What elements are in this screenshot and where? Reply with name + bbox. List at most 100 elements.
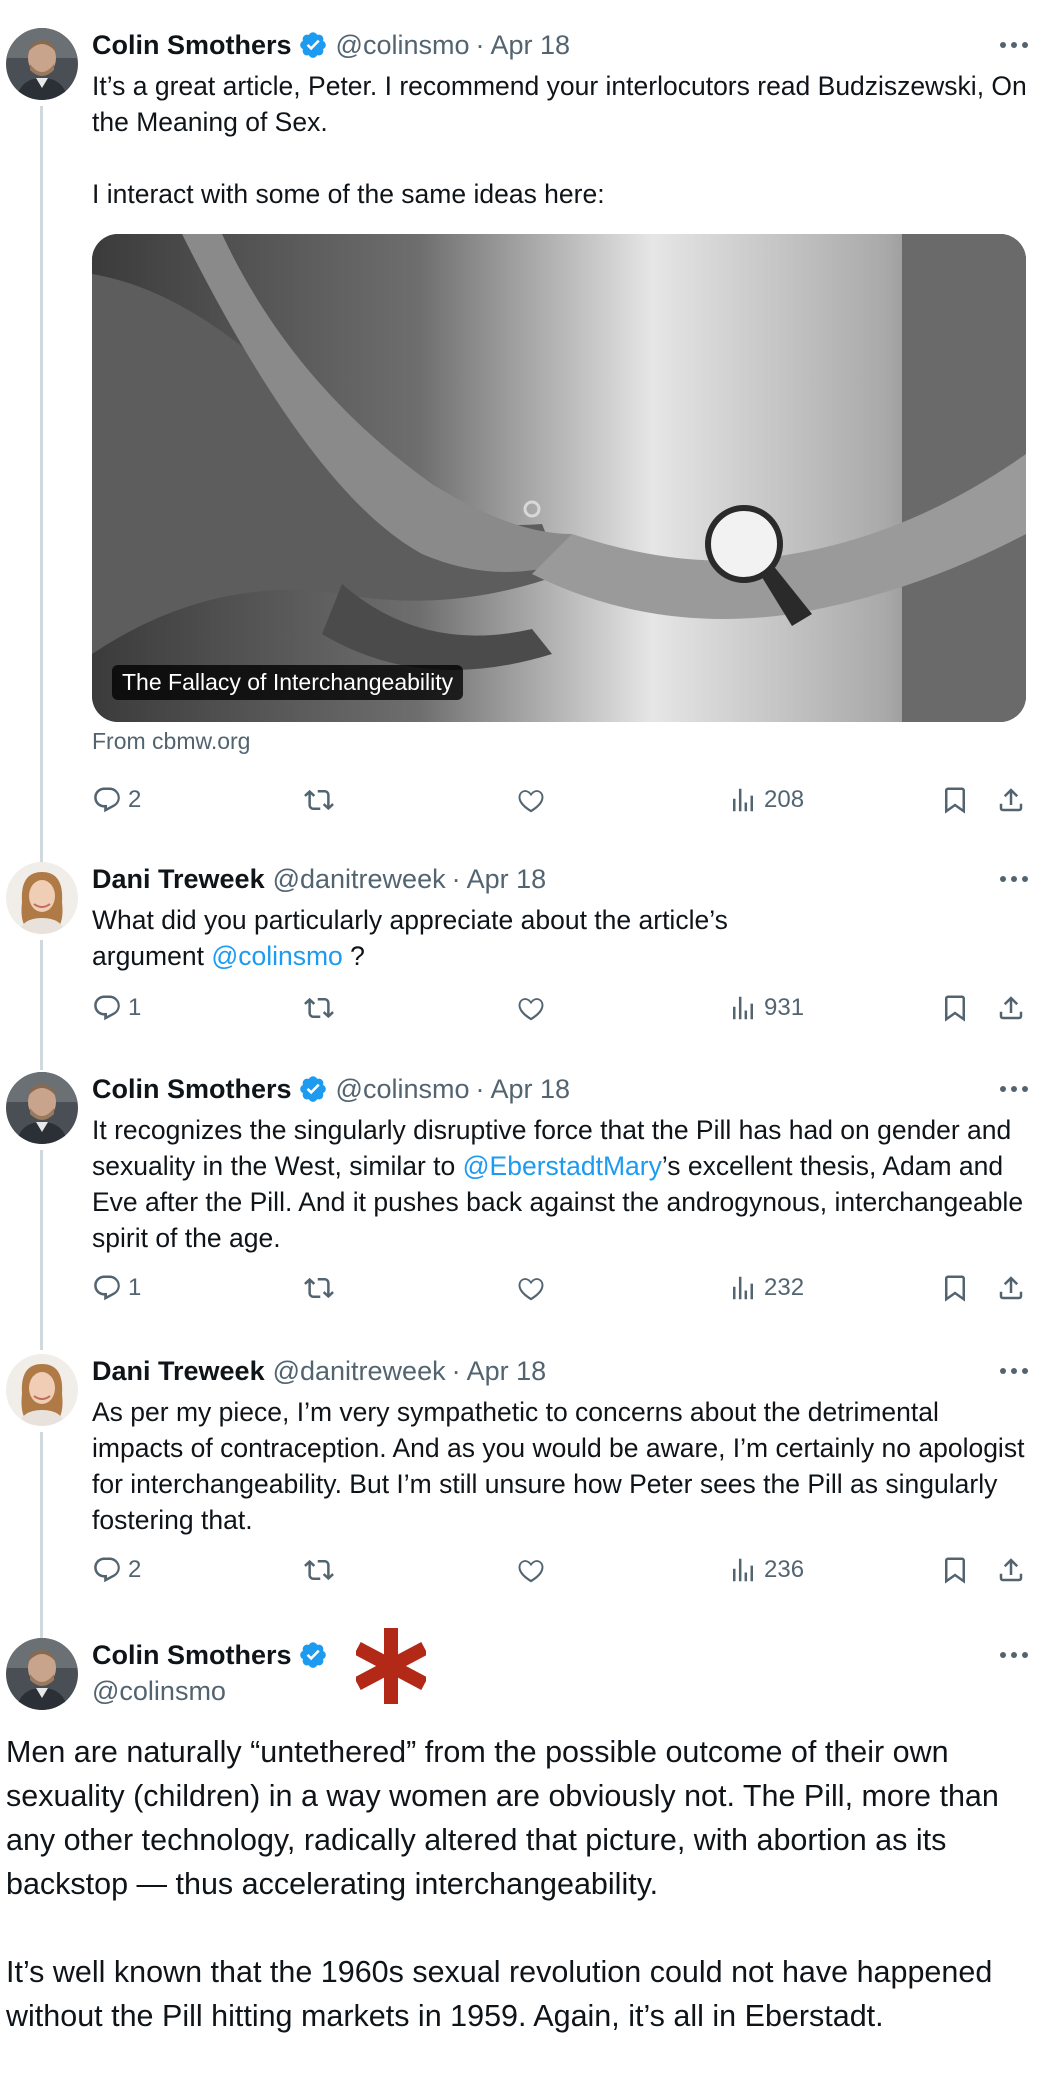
tweet-colin-1[interactable]: Colin Smothers @colinsmo · Apr 18 It’s a… <box>0 28 1056 876</box>
retweet-icon <box>304 1273 334 1303</box>
tweet-text: As per my piece, I’m very sympathetic to… <box>92 1397 1025 1535</box>
share-button[interactable] <box>996 988 1026 1028</box>
avatar[interactable] <box>6 1354 78 1426</box>
tweet-date[interactable]: Apr 18 <box>467 1356 547 1387</box>
author-handle[interactable]: @colinsmo <box>92 1676 226 1707</box>
separator-dot: · <box>475 29 485 60</box>
retweet-button[interactable] <box>304 780 334 820</box>
share-button[interactable] <box>996 1268 1026 1308</box>
reply-count: 2 <box>128 1556 142 1583</box>
link-card[interactable]: The Fallacy of Interchangeability <box>92 234 1026 722</box>
bookmark-button[interactable] <box>940 988 970 1028</box>
thread-line <box>40 1150 43 1350</box>
share-button[interactable] <box>996 780 1026 820</box>
like-icon <box>516 1555 546 1585</box>
tweet-text: It recognizes the singularly disruptive … <box>92 1112 1028 1256</box>
bookmark-button[interactable] <box>940 1550 970 1590</box>
retweet-icon <box>304 785 334 815</box>
like-button[interactable] <box>516 988 546 1028</box>
views-button[interactable]: 208 <box>728 780 804 820</box>
author-name[interactable]: Colin Smothers <box>92 1074 292 1105</box>
tweet-actions: 2 208 <box>92 780 1032 820</box>
tweet-actions: 2 236 <box>92 1550 1032 1590</box>
author-name[interactable]: Dani Treweek <box>92 864 265 895</box>
tweet-actions: 1 931 <box>92 988 1032 1028</box>
verified-badge-icon <box>298 1640 328 1670</box>
retweet-icon <box>304 1555 334 1585</box>
like-button[interactable] <box>516 780 546 820</box>
reply-icon <box>92 785 122 815</box>
like-icon <box>516 785 546 815</box>
share-icon <box>996 785 1026 815</box>
bookmark-icon <box>940 785 970 815</box>
share-icon <box>996 1273 1026 1303</box>
tweet-dani-2[interactable]: Dani Treweek @danitreweek · Apr 18 As pe… <box>0 1354 1056 1670</box>
reply-count: 1 <box>128 994 142 1021</box>
share-icon <box>996 1555 1026 1585</box>
retweet-icon <box>304 993 334 1023</box>
tweet-dani-1[interactable]: Dani Treweek @danitreweek · Apr 18 What … <box>0 862 1056 1070</box>
author-name[interactable]: Colin Smothers <box>92 30 292 61</box>
reply-count: 2 <box>128 786 142 813</box>
tweet-date[interactable]: Apr 18 <box>490 30 570 61</box>
more-icon[interactable] <box>994 1072 1034 1106</box>
views-icon <box>728 1555 758 1585</box>
author-name[interactable]: Colin Smothers <box>92 1640 292 1671</box>
author-handle[interactable]: @colinsmo <box>336 30 470 61</box>
avatar[interactable] <box>6 1072 78 1144</box>
share-icon <box>996 993 1026 1023</box>
reply-button[interactable]: 1 <box>92 988 141 1028</box>
tweet-text: It’s a great article, Peter. I recommend… <box>92 71 1027 209</box>
tweet-colin-2[interactable]: Colin Smothers @colinsmo · Apr 18 It rec… <box>0 1072 1056 1350</box>
author-handle[interactable]: @colinsmo <box>336 1074 470 1105</box>
reply-button[interactable]: 2 <box>92 780 141 820</box>
author-handle[interactable]: @danitreweek <box>273 864 446 895</box>
views-button[interactable]: 236 <box>728 1550 804 1590</box>
tweet-date[interactable]: Apr 18 <box>467 864 547 895</box>
bookmark-button[interactable] <box>940 1268 970 1308</box>
reply-button[interactable]: 2 <box>92 1550 141 1590</box>
tweet-header: Colin Smothers @colinsmo · Apr 18 <box>92 28 570 62</box>
more-icon[interactable] <box>994 1638 1034 1672</box>
tweet-header: Dani Treweek @danitreweek · Apr 18 <box>92 862 546 896</box>
avatar[interactable] <box>6 1638 78 1710</box>
bookmark-button[interactable] <box>940 780 970 820</box>
views-icon <box>728 993 758 1023</box>
thread-line <box>40 106 43 876</box>
mention-link[interactable]: @colinsmo <box>211 941 342 971</box>
more-icon[interactable] <box>994 862 1034 896</box>
avatar[interactable] <box>6 28 78 100</box>
avatar[interactable] <box>6 862 78 934</box>
views-button[interactable]: 232 <box>728 1268 804 1308</box>
tweet-date[interactable]: Apr 18 <box>490 1074 570 1105</box>
views-icon <box>728 785 758 815</box>
retweet-button[interactable] <box>304 1550 334 1590</box>
text-part: What did you particularly appreciate abo… <box>92 905 728 971</box>
bookmark-icon <box>940 1273 970 1303</box>
share-button[interactable] <box>996 1550 1026 1590</box>
views-count: 208 <box>764 786 805 813</box>
author-name[interactable]: Dani Treweek <box>92 1356 265 1387</box>
card-source[interactable]: From cbmw.org <box>92 728 250 755</box>
like-button[interactable] <box>516 1550 546 1590</box>
tweet-actions: 1 232 <box>92 1268 1032 1308</box>
views-button[interactable]: 931 <box>728 988 804 1028</box>
like-button[interactable] <box>516 1268 546 1308</box>
tweet-header: Colin Smothers @colinsmo · Apr 18 <box>92 1072 570 1106</box>
bookmark-icon <box>940 993 970 1023</box>
tweet-text: What did you particularly appreciate abo… <box>92 902 756 974</box>
main-tweet-text: Men are naturally “untethered” from the … <box>6 1735 999 2033</box>
reply-icon <box>92 1555 122 1585</box>
reply-icon <box>92 993 122 1023</box>
separator-dot: · <box>451 1355 461 1386</box>
more-icon[interactable] <box>994 28 1034 62</box>
views-count: 236 <box>764 1556 805 1583</box>
author-handle[interactable]: @danitreweek <box>273 1356 446 1387</box>
tweet-header: Colin Smothers <box>92 1638 328 1672</box>
reply-button[interactable]: 1 <box>92 1268 141 1308</box>
views-icon <box>728 1273 758 1303</box>
retweet-button[interactable] <box>304 1268 334 1308</box>
retweet-button[interactable] <box>304 988 334 1028</box>
more-icon[interactable] <box>994 1354 1034 1388</box>
mention-link[interactable]: @EberstadtMary <box>463 1151 662 1181</box>
